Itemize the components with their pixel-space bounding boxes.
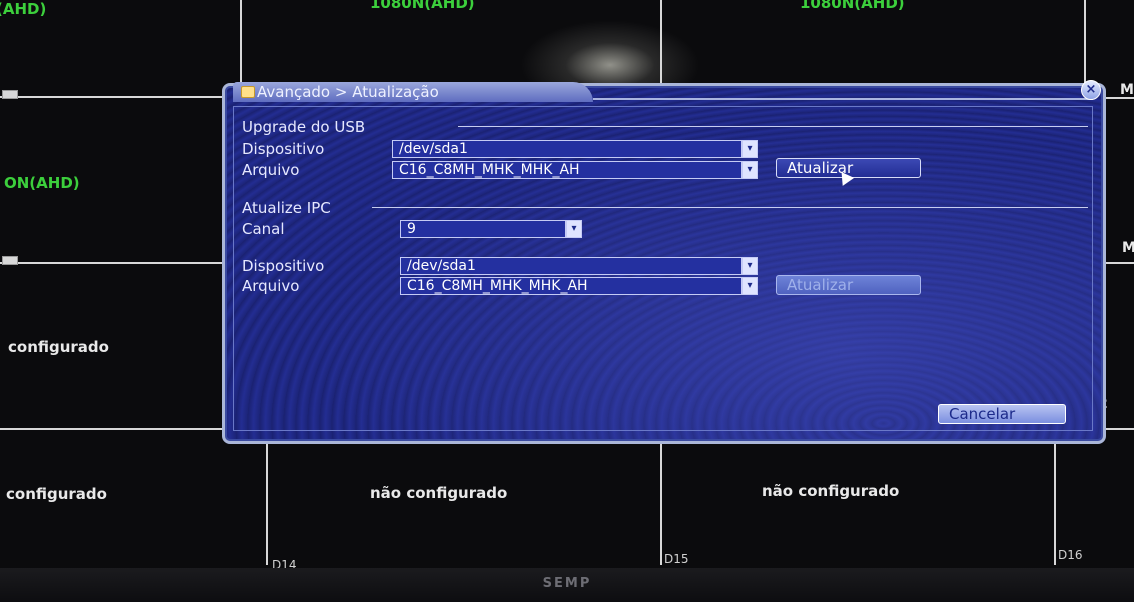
cancel-button[interactable]: Cancelar <box>938 404 1066 424</box>
usb-file-label: Arquivo <box>242 161 300 179</box>
grid-divider <box>1084 0 1086 85</box>
cell-8-edge-label: M <box>1122 240 1134 256</box>
cell-13-status: configurado <box>6 485 107 503</box>
dialog-title-bar: Avançado > Atualização <box>233 82 593 102</box>
dialog-title: Avançado > Atualização <box>257 83 439 101</box>
usb-device-select[interactable]: /dev/sda1 <box>392 140 742 158</box>
camera-status-icon <box>2 90 18 99</box>
grid-divider <box>1054 440 1056 565</box>
grid-divider <box>660 440 662 565</box>
chevron-down-icon[interactable]: ▾ <box>742 257 758 275</box>
ipc-section-heading: Atualize IPC <box>242 199 331 217</box>
ipc-update-button[interactable]: Atualizar <box>776 275 921 295</box>
ipc-section-divider <box>372 207 1088 208</box>
close-button[interactable]: × <box>1081 80 1101 100</box>
folder-icon <box>241 86 255 98</box>
usb-section-divider <box>458 126 1088 127</box>
ipc-device-select[interactable]: /dev/sda1 <box>400 257 742 275</box>
grid-divider <box>266 440 268 565</box>
cell-5-label: ON(AHD) <box>4 174 80 192</box>
cell-4-edge-label: M <box>1120 82 1134 98</box>
title-divider <box>593 98 1093 100</box>
chevron-down-icon[interactable]: ▾ <box>742 161 758 179</box>
ipc-device-label: Dispositivo <box>242 257 325 275</box>
usb-device-label: Dispositivo <box>242 140 325 158</box>
ipc-channel-label: Canal <box>242 220 285 238</box>
camera-status-icon <box>2 256 18 265</box>
usb-file-select[interactable]: C16_C8MH_MHK_MHK_AH <box>392 161 742 179</box>
ipc-channel-select[interactable]: 9 <box>400 220 566 238</box>
cell-15-status: não configurado <box>762 482 900 500</box>
dialog-content: Upgrade do USB Dispositivo /dev/sda1 ▾ A… <box>233 106 1093 431</box>
ipc-file-select[interactable]: C16_C8MH_MHK_MHK_AH <box>400 277 742 295</box>
grid-divider <box>240 0 242 90</box>
update-dialog: Avançado > Atualização × Upgrade do USB … <box>222 80 1106 444</box>
cell-2-label: 1080N(AHD) <box>370 0 475 12</box>
cell-1-label: (AHD) <box>0 0 47 18</box>
grid-divider <box>0 428 225 430</box>
cell-3-label: 1080N(AHD) <box>800 0 905 12</box>
cell-9-status: configurado <box>8 338 109 356</box>
grid-divider <box>0 96 225 98</box>
channel-id-d16: D16 <box>1058 548 1083 562</box>
chevron-down-icon[interactable]: ▾ <box>742 277 758 295</box>
cell-14-status: não configurado <box>370 484 508 502</box>
chevron-down-icon[interactable]: ▾ <box>742 140 758 158</box>
grid-divider <box>660 0 662 85</box>
usb-section-heading: Upgrade do USB <box>242 118 366 136</box>
brand-logo: SEMP <box>542 576 592 591</box>
grid-divider <box>0 262 225 264</box>
ipc-file-label: Arquivo <box>242 277 300 295</box>
channel-id-d15: D15 <box>664 552 689 566</box>
chevron-down-icon[interactable]: ▾ <box>566 220 582 238</box>
